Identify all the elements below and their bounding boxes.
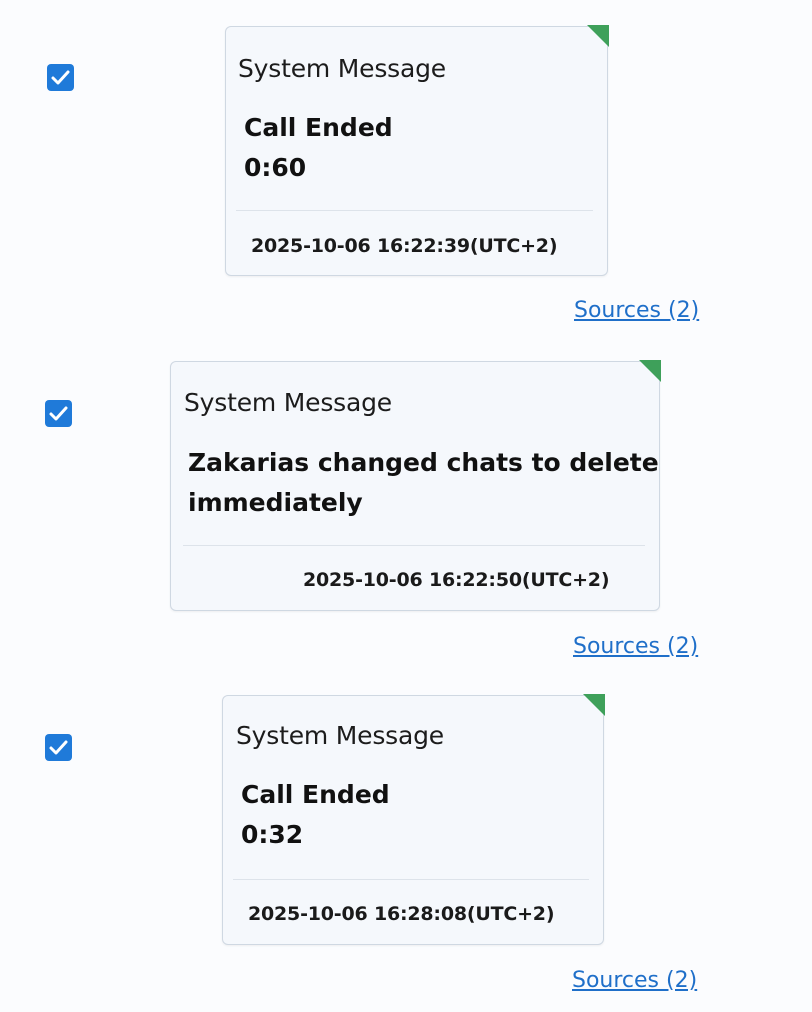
divider	[236, 210, 593, 211]
message-select-checkbox[interactable]	[45, 734, 72, 761]
divider	[233, 879, 589, 880]
message-body-line: Call Ended	[241, 780, 390, 809]
sources-link[interactable]: Sources (2)	[574, 298, 699, 323]
read-marker-icon	[583, 694, 605, 716]
read-marker-icon	[587, 25, 609, 47]
message-body-line: Call Ended	[244, 113, 393, 142]
sender-name: System Message	[238, 54, 446, 83]
message-body-line: immediately	[188, 488, 363, 517]
checkmark-icon	[49, 740, 68, 755]
message-timestamp: 2025-10-06 16:28:08(UTC+2)	[248, 903, 555, 925]
sender-name: System Message	[236, 721, 444, 750]
message-body-line: 0:60	[244, 153, 307, 182]
checkmark-icon	[49, 406, 68, 421]
message-bubble[interactable]: System Message Call Ended 0:60 2025-10-0…	[225, 25, 609, 276]
message-select-checkbox[interactable]	[47, 64, 74, 91]
sender-name: System Message	[184, 388, 392, 417]
divider	[183, 545, 645, 546]
message-body-line: 0:32	[241, 820, 304, 849]
message-select-checkbox[interactable]	[45, 400, 72, 427]
checkmark-icon	[51, 70, 70, 85]
message-timestamp: 2025-10-06 16:22:39(UTC+2)	[251, 235, 558, 257]
message-timestamp: 2025-10-06 16:22:50(UTC+2)	[303, 569, 610, 591]
message-bubble[interactable]: System Message Call Ended 0:32 2025-10-0…	[222, 694, 605, 945]
sources-link[interactable]: Sources (2)	[573, 634, 698, 659]
read-marker-icon	[639, 360, 661, 382]
sources-link[interactable]: Sources (2)	[572, 968, 697, 993]
message-body-line: Zakarias changed chats to delete	[188, 448, 659, 477]
message-bubble[interactable]: System Message Zakarias changed chats to…	[170, 360, 661, 611]
